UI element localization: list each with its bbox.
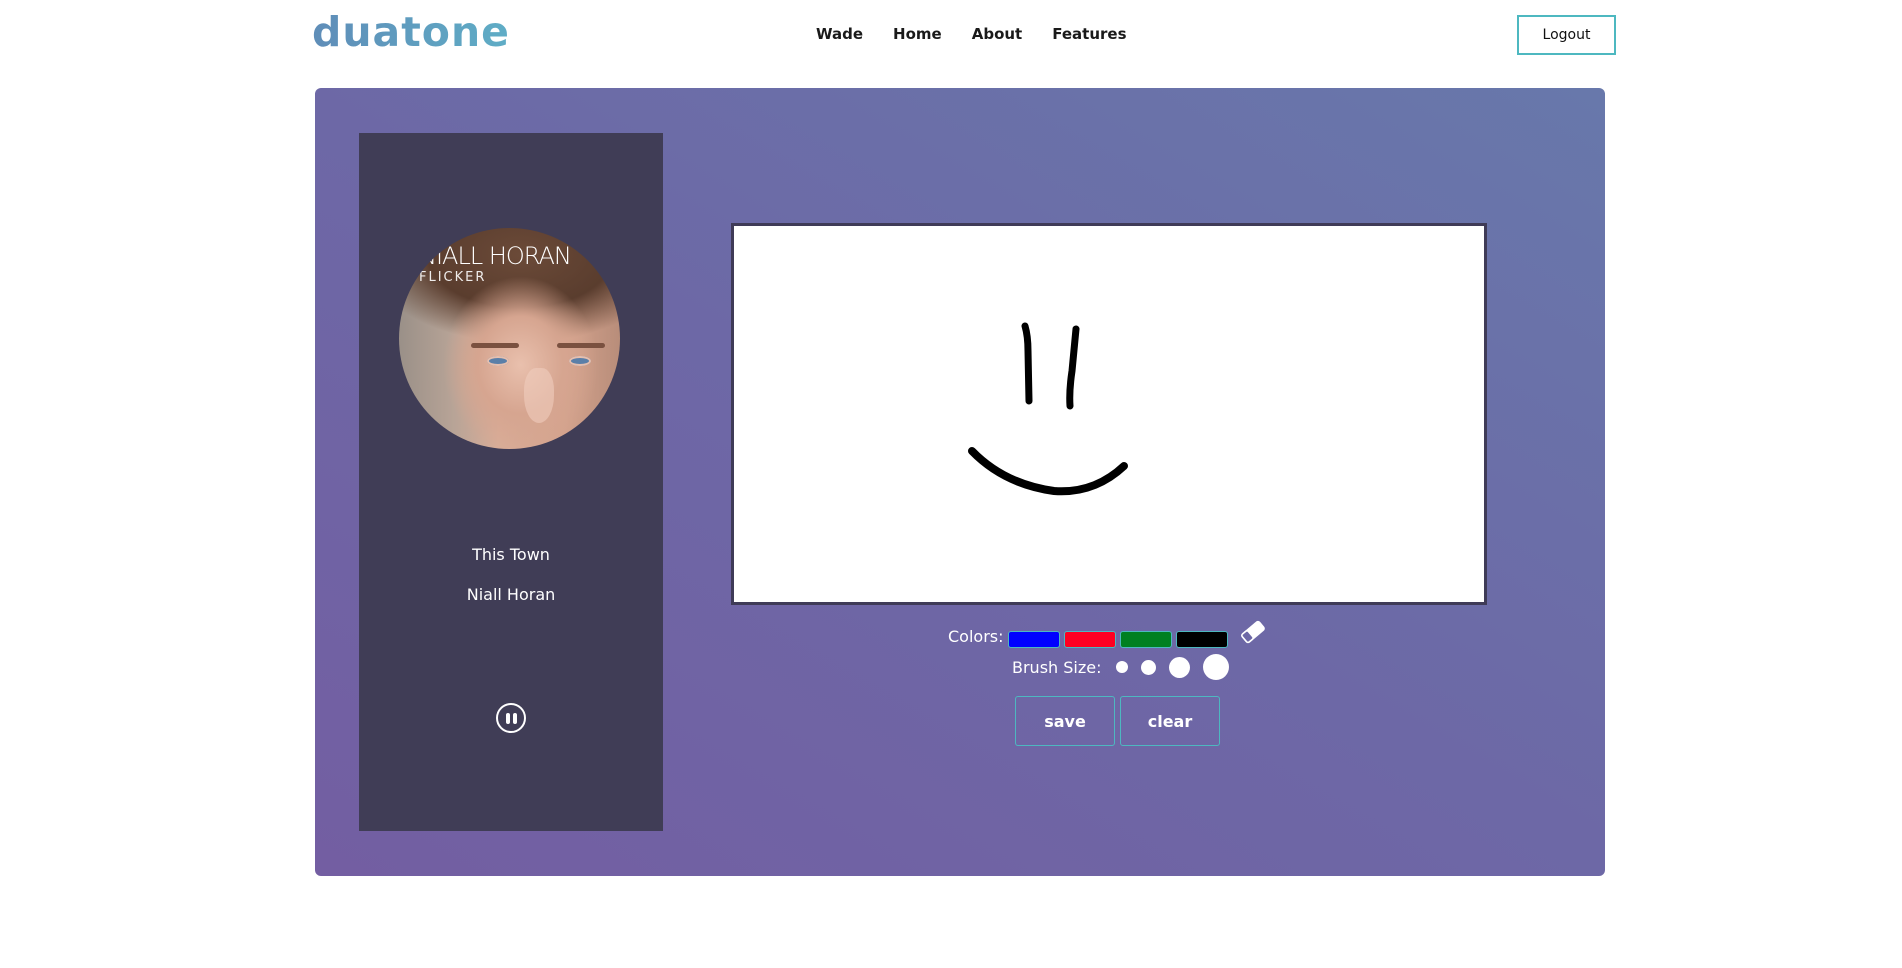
brush-size-extra-large[interactable]: [1202, 654, 1229, 680]
album-art-detail: [569, 356, 591, 366]
brush-size-picker: Brush Size:: [1012, 654, 1229, 680]
album-art-detail: [557, 343, 605, 348]
save-button[interactable]: save: [1015, 696, 1115, 746]
canvas-actions: save clear: [1015, 696, 1220, 746]
color-swatch-green[interactable]: [1119, 631, 1172, 648]
stroke-left-eye: [1021, 322, 1033, 405]
stroke-right-eye: [1066, 325, 1080, 410]
pause-icon: [512, 712, 517, 724]
color-swatch-red[interactable]: [1063, 631, 1116, 648]
album-art-detail: [471, 343, 519, 348]
pause-icon: [505, 712, 510, 724]
main-nav: Wade Home About Features: [816, 25, 1157, 43]
drawing-strokes: [968, 322, 1128, 496]
song-artist: Niall Horan: [466, 585, 556, 604]
drawing-canvas[interactable]: [731, 223, 1487, 605]
logo[interactable]: duatone: [312, 8, 510, 56]
album-art-detail: [524, 368, 554, 423]
nav-item-about[interactable]: About: [972, 25, 1023, 43]
brush-size-medium[interactable]: [1140, 659, 1156, 675]
album-art-artist: NIALL HORAN: [419, 242, 572, 270]
brush-size-small[interactable]: [1115, 661, 1128, 673]
album-art-detail: [487, 356, 509, 366]
nav-item-wade[interactable]: Wade: [816, 25, 863, 43]
color-picker: Colors:: [948, 620, 1268, 648]
brush-size-label: Brush Size:: [1012, 657, 1102, 677]
color-swatch-black[interactable]: [1175, 631, 1228, 648]
nav-item-home[interactable]: Home: [893, 25, 942, 43]
album-art-album: FLICKER: [419, 270, 487, 285]
pause-button[interactable]: [496, 703, 526, 733]
brush-size-large[interactable]: [1168, 656, 1190, 678]
clear-button[interactable]: clear: [1120, 696, 1220, 746]
album-art: NIALL HORAN FLICKER: [399, 228, 620, 449]
logout-button[interactable]: Logout: [1517, 15, 1616, 55]
stroke-smile: [968, 447, 1128, 496]
color-swatch-blue[interactable]: [1007, 631, 1060, 648]
song-title: This Town: [472, 545, 550, 564]
album-art-text: NIALL HORAN FLICKER: [419, 242, 572, 285]
nav-item-features[interactable]: Features: [1052, 25, 1126, 43]
colors-label: Colors:: [948, 627, 1004, 646]
eraser-icon[interactable]: [1238, 619, 1268, 645]
music-player: NIALL HORAN FLICKER This Town Niall Hora…: [359, 133, 663, 831]
main-card: NIALL HORAN FLICKER This Town Niall Hora…: [315, 88, 1605, 876]
